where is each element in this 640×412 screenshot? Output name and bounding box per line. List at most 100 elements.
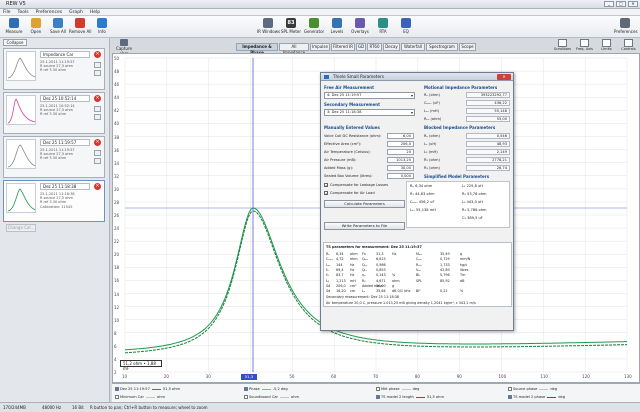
controls-button[interactable]: Controls (619, 39, 638, 51)
tab-decay[interactable]: Decay (383, 43, 400, 51)
tab-impedance-phase[interactable]: Impedance & Phase (236, 43, 278, 55)
remove-measurement-icon[interactable]: × (94, 51, 101, 58)
box-volume-input[interactable]: 0,000 (387, 173, 414, 179)
legend-checkbox[interactable] (508, 395, 512, 399)
measurement-save-icon[interactable] (94, 106, 101, 112)
close-window-button[interactable]: ✕ (628, 1, 638, 7)
pressure-input[interactable]: 1013,25 (387, 157, 414, 163)
result-cell: Sd (326, 283, 331, 288)
model-param: Rₑ 6,34 ohm (410, 184, 433, 188)
tab-waterfall[interactable]: Waterfall (401, 43, 425, 51)
remove-all-button[interactable]: Remove All (69, 18, 91, 37)
legend-checkbox[interactable] (376, 387, 380, 391)
legend-checkbox[interactable] (376, 395, 380, 399)
result-cell: Cₘₛ (416, 257, 422, 262)
scrollbars-button[interactable]: Scrollbars (553, 39, 572, 51)
measurement-info-icon[interactable] (94, 70, 101, 76)
cursor-readout: 51,2 ohm • 1,88 mF (120, 360, 162, 371)
calculate-parameters-button[interactable]: Calculate Parameters (324, 200, 405, 208)
measurement-name-field[interactable]: Dez 25 11:19:57 (40, 139, 90, 146)
overlays-button[interactable]: Overlays (349, 18, 371, 37)
tab-gd[interactable]: GD (356, 43, 366, 51)
measure-button[interactable]: Measure (3, 18, 25, 37)
measurement-item-selected[interactable]: Dez 25 11:18:38 25.1.2011 11:18:38 R sour… (3, 180, 105, 222)
checkbox-checked[interactable]: ✓ (324, 183, 328, 188)
measurement-info-icon[interactable] (94, 158, 101, 164)
measurement-info-icon[interactable] (94, 114, 101, 120)
temperature-label: Air Temperature (Celsius): (324, 150, 371, 154)
measurement-item[interactable]: Impedance Car 25.1.2011 11:19:57 R sourc… (3, 48, 105, 90)
eq-button[interactable]: EQ (395, 18, 417, 37)
menu-help[interactable]: Help (90, 9, 100, 15)
compensate-air-load-checkbox[interactable]: ✓ Compensate for Air Load (324, 191, 375, 196)
microphone-icon (9, 18, 19, 28)
tab-spectrogram[interactable]: Spectrogram (426, 43, 458, 51)
secondary-select[interactable]: 3: Dez 25 11:18:38 (324, 109, 415, 116)
mass-input[interactable]: 30,00 (387, 165, 414, 171)
legend-item[interactable]: Mkt phase deg (376, 387, 419, 392)
checkbox-checked[interactable]: ✓ (324, 191, 328, 196)
generator-button[interactable]: Generator (303, 18, 325, 37)
measurement-save-icon[interactable] (94, 62, 101, 68)
info-button[interactable]: Info (91, 18, 113, 37)
legend-item[interactable]: Minimum Car ohm (115, 395, 165, 400)
save-all-button[interactable]: Save All (47, 18, 69, 37)
legend-checkbox[interactable] (508, 387, 512, 391)
measurement-item[interactable]: Dez 25 10:52:14 25.1.2011 10:52:14 R sou… (3, 92, 105, 134)
result-cell: ohm (350, 252, 358, 256)
legend-value: deg (558, 395, 566, 399)
remove-measurement-icon[interactable]: × (94, 95, 101, 102)
result-cell: 144 (336, 262, 343, 267)
remove-measurement-icon[interactable]: × (94, 139, 101, 146)
rta-button[interactable]: RTA (372, 18, 394, 37)
measurement-save-icon[interactable] (94, 150, 101, 156)
open-button[interactable]: Open (25, 18, 47, 37)
legend-checkbox[interactable] (115, 395, 119, 399)
measurement-item[interactable]: Dez 25 11:19:57 25.1.2011 11:19:57 R sou… (3, 136, 105, 178)
menu-file[interactable]: File (3, 9, 11, 15)
menu-graph[interactable]: Graph (69, 9, 83, 15)
free-air-select[interactable]: 4: Dez 25 11:19:57 (324, 92, 415, 99)
menu-preferences[interactable]: Preferences (36, 9, 62, 15)
compensate-leakage-checkbox[interactable]: ✓ Compensate for Leakage Losses (324, 183, 388, 188)
tab-rt60[interactable]: RT60 (367, 43, 382, 51)
ir-windows-button[interactable]: IR Windows (257, 18, 280, 37)
legend-checkbox[interactable] (244, 387, 248, 391)
dialog-icon (324, 75, 329, 79)
legend-checkbox[interactable] (115, 387, 119, 391)
result-cell: 31,3 (376, 252, 384, 256)
write-parameters-button[interactable]: Write Parameters to File (324, 222, 405, 230)
tab-impulse[interactable]: Impulse (310, 43, 330, 51)
legend-item[interactable]: Source phase deg (508, 387, 557, 392)
dialog-close-button[interactable]: ✕ (497, 74, 511, 80)
tab-all-impedance[interactable]: All Impedance (279, 43, 309, 55)
preferences-button[interactable]: Preferences (614, 18, 638, 37)
measurement-name-field[interactable]: Impedance Car (40, 51, 90, 58)
temperature-input[interactable]: 20 (387, 149, 414, 155)
legend-item[interactable]: TS model 2 phase deg (508, 395, 565, 400)
change-cal-button[interactable]: Change Cal... (6, 224, 36, 232)
maximize-button[interactable]: □ (616, 1, 626, 7)
measurement-name-field[interactable]: Dez 25 10:52:14 (40, 95, 90, 102)
legend-item[interactable]: Phase -5,2 deg (244, 387, 288, 392)
rdc-input[interactable]: 6,00 (387, 133, 414, 139)
spl-meter-button[interactable]: 83 SPL Meter (280, 18, 302, 37)
collapse-button[interactable]: Collapse (3, 39, 27, 46)
remove-measurement-icon[interactable]: × (94, 183, 101, 190)
menu-tools[interactable]: Tools (18, 9, 29, 15)
legend-item[interactable]: TS model 2 length 51,5 ohm (376, 395, 444, 400)
levels-button[interactable]: Levels (326, 18, 348, 37)
motional-label: Rₑₛ (ohm) (424, 117, 442, 121)
legend-checkbox[interactable] (244, 395, 248, 399)
tab-scope[interactable]: Scope (459, 43, 476, 51)
freq-axis-button[interactable]: Freq. Axis (575, 39, 594, 51)
area-input[interactable]: 206,0 (387, 141, 414, 147)
x-cursor-marker[interactable]: 51,3 (241, 374, 257, 380)
limits-button[interactable]: Limits (597, 39, 616, 51)
legend-item[interactable]: Soundboard Car ohm (244, 395, 299, 400)
minimize-button[interactable]: _ (604, 1, 614, 7)
legend-item[interactable]: Dez 25 11:19:57 51,5 ohm (115, 387, 180, 392)
tab-filtered-ir[interactable]: Filtered IR (331, 43, 355, 51)
measurement-name-field[interactable]: Dez 25 11:18:38 (40, 183, 90, 190)
blocked-value: 0,546 (466, 133, 510, 139)
